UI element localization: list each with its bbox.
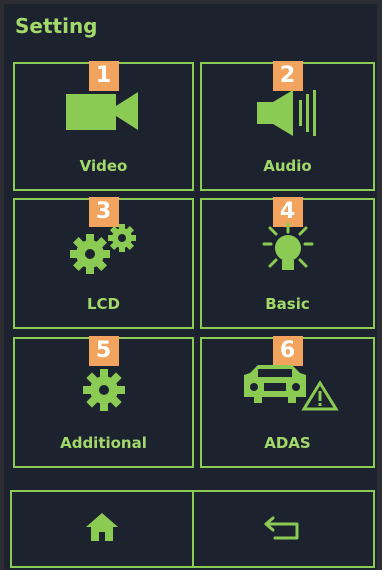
tile-label: Additional [60, 434, 147, 452]
tile-number-badge: 2 [272, 61, 303, 91]
tile-label: Audio [263, 157, 312, 175]
car-warning-icon [236, 361, 340, 417]
home-icon [84, 511, 120, 547]
tile-number-badge: 5 [88, 336, 119, 366]
lcd-tile[interactable]: 3 LCD [13, 197, 194, 329]
back-button[interactable] [191, 492, 374, 566]
settings-screen: Setting 1 Video 2 Audio 3 LCD 4 Basic 5 … [4, 4, 377, 570]
tile-label: LCD [86, 295, 121, 313]
video-camera-icon [64, 88, 144, 138]
light-bulb-icon [258, 222, 318, 278]
home-button[interactable] [12, 492, 192, 566]
speaker-icon [253, 88, 323, 142]
adas-tile[interactable]: 6 ADAS [200, 336, 375, 468]
additional-tile[interactable]: 5 Additional [13, 336, 194, 468]
back-arrow-icon [263, 512, 303, 546]
page-title: Setting [15, 14, 98, 38]
tile-number-badge: 1 [88, 61, 119, 91]
bottom-navigation-bar [10, 490, 375, 568]
tile-label: ADAS [264, 434, 311, 452]
gears-icon [64, 222, 144, 278]
tile-label: Video [79, 157, 128, 175]
tile-label: Basic [265, 295, 310, 313]
audio-tile[interactable]: 2 Audio [200, 61, 375, 191]
basic-tile[interactable]: 4 Basic [200, 197, 375, 329]
video-tile[interactable]: 1 Video [13, 61, 194, 191]
gear-icon [79, 365, 129, 419]
